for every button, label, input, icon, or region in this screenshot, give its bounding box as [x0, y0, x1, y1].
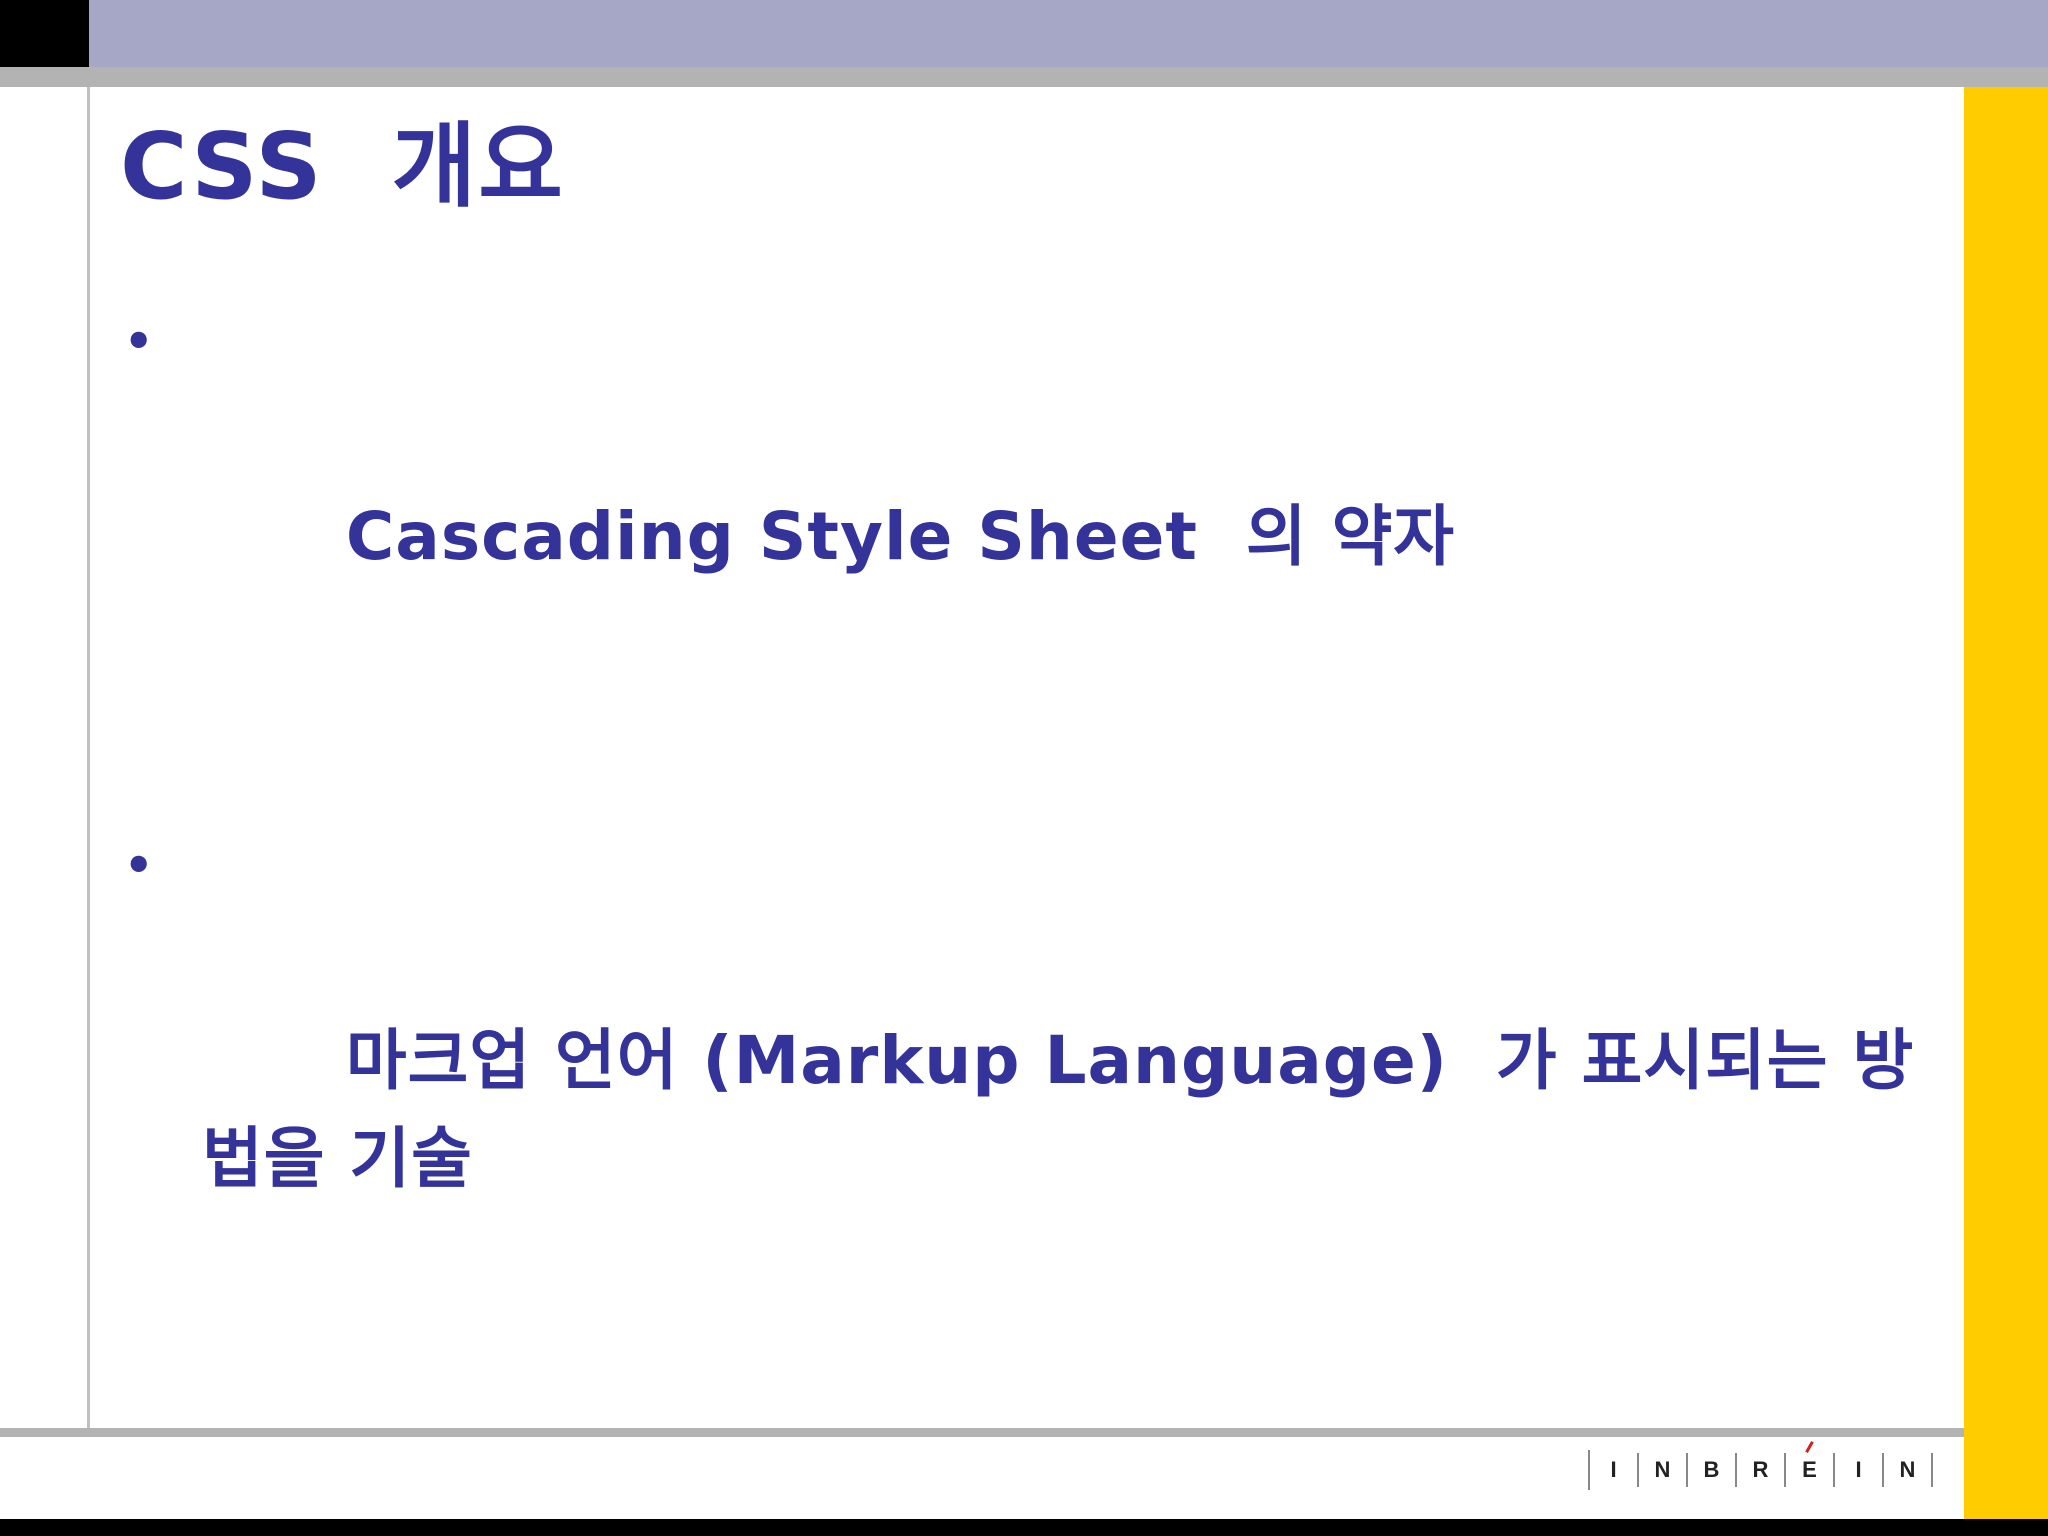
bullet-text: Cascading Style Sheet 의 약자	[345, 498, 1456, 575]
logo-letter: I	[1835, 1453, 1884, 1487]
bullet-item: • 마크업 언어 (Markup Language) 가 표시되는 방법을 기술	[120, 816, 1920, 1306]
top-rule	[0, 67, 2048, 87]
slide: CSS 개요 • Cascading Style Sheet 의 약자 • 마크…	[0, 0, 2048, 1536]
bullet-dot-icon: •	[124, 314, 155, 368]
logo-letter: E	[1802, 1457, 1817, 1482]
bullet-list: • Cascading Style Sheet 의 약자 • 마크업 언어 (M…	[120, 292, 1920, 1306]
bullet-dot-icon: •	[124, 838, 155, 892]
slide-title: CSS 개요	[120, 113, 565, 220]
corner-block	[0, 0, 89, 67]
bullet-item: • Cascading Style Sheet 의 약자	[120, 292, 1920, 684]
right-accent-bar	[1964, 87, 2048, 1519]
logo-letter: N	[1639, 1453, 1688, 1487]
logo-letter: R	[1737, 1453, 1786, 1487]
left-rule	[87, 87, 90, 1429]
logo-letter: N	[1884, 1453, 1933, 1487]
bottom-band	[0, 1519, 2048, 1536]
inbrein-logo: I N B R E I N	[1588, 1441, 1933, 1490]
accent-mark-icon	[1805, 1441, 1814, 1453]
logo-letter: B	[1688, 1453, 1737, 1487]
bottom-rule	[0, 1428, 1964, 1437]
top-band	[89, 0, 2048, 67]
logo-letter: I	[1590, 1453, 1639, 1487]
logo-letter-accented: E	[1786, 1441, 1835, 1487]
bullet-text: 마크업 언어 (Markup Language) 가 표시되는 방법을 기술	[202, 1022, 1915, 1197]
